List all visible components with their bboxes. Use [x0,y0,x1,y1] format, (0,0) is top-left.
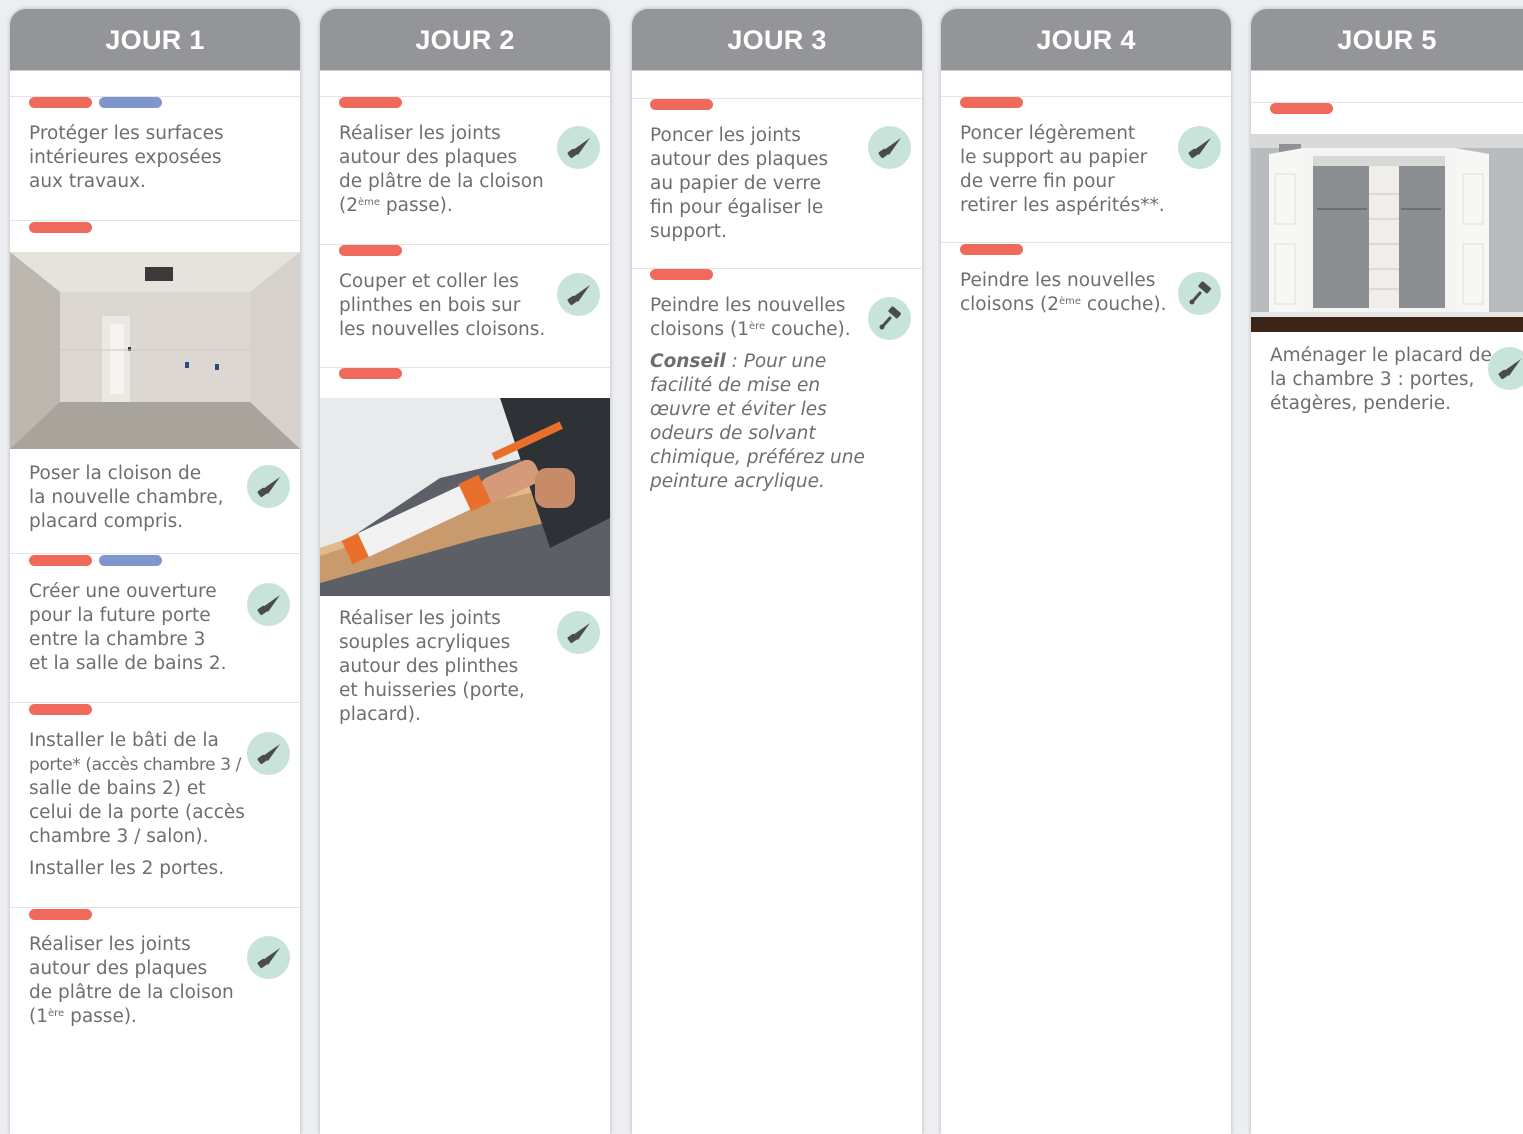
task-description: Poncer légèrement le support au papier de … [960,123,1165,216]
saw-icon [557,126,600,169]
tag-red [1270,103,1333,114]
day-header: JOUR 3 [632,9,922,71]
task-description: Couper et coller les plinthes en bois sur… [339,271,546,340]
day-header: JOUR 5 [1251,9,1523,71]
day-column-1: JOUR 1 Protéger les surfaces intérieures … [10,9,300,1134]
task-description: Peindre les nouvelles cloisons (2ème cou… [960,270,1167,315]
tag-red [29,222,92,233]
saw-icon [557,611,600,654]
task-description: Installer le bâti de la porte* (accès ch… [29,730,245,879]
tag-blue [99,97,162,108]
saw-icon [247,936,290,979]
day-header: JOUR 2 [320,9,610,71]
task-description: Poncer les joints autour des plaques au pa… [650,125,829,242]
tip-label: Conseil [650,351,726,372]
tag-red [960,97,1023,108]
divider [10,553,300,554]
tag-red [339,97,402,108]
task-description: Réaliser les joints autour des plaques de … [29,934,234,1027]
day-header: JOUR 1 [10,9,300,71]
day-column-4: JOUR 4 Poncer légèrement le support au pa… [941,9,1231,1134]
tag-red [29,97,92,108]
open-closet-photo [1251,134,1523,332]
divider [10,702,300,703]
saw-icon [1488,347,1523,390]
unfinished-drywall-room-photo [10,252,300,449]
caulking-gun-baseboard-photo [320,398,610,596]
saw-icon [247,583,290,626]
divider [10,220,300,221]
day-column-5: JOUR 5 Aménager le placard de la chambre… [1251,9,1523,1134]
tag-red [960,244,1023,255]
day-column-2: JOUR 2 Réaliser les joints autour des pla… [320,9,610,1134]
paint-roller-icon [1178,272,1221,315]
saw-icon [868,126,911,169]
task-description: Créer une ouverture pour la future porte e… [29,581,227,674]
task-description: Réaliser les joints autour des plaques de … [339,123,544,216]
saw-icon [1178,126,1221,169]
tag-red [650,99,713,110]
tag-red [29,704,92,715]
tag-red [339,368,402,379]
paint-roller-icon [868,297,911,340]
tag-red [29,555,92,566]
tag-red [29,909,92,920]
tag-red [650,269,713,280]
saw-icon [247,465,290,508]
task-description: Poser la cloison de la nouvelle chambre, p… [29,463,224,532]
tag-red [339,245,402,256]
saw-icon [247,732,290,775]
task-description: Peindre les nouvelles cloisons (1ère cou… [650,295,865,492]
task-description: Protéger les surfaces intérieures exposée… [29,123,224,192]
day-header: JOUR 4 [941,9,1231,71]
task-description: Réaliser les joints souples acryliques aut… [339,608,525,725]
day-column-3: JOUR 3 Poncer les joints autour des plaqu… [632,9,922,1134]
divider [941,242,1231,243]
saw-icon [557,273,600,316]
task-description: Aménager le placard de la chambre 3 : por… [1270,345,1492,414]
tag-blue [99,555,162,566]
divider [10,907,300,908]
